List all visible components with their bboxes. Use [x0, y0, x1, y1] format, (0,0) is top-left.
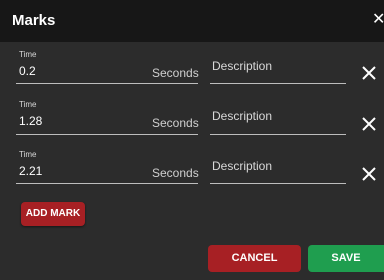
- time-input[interactable]: 1.28: [19, 114, 42, 128]
- description-underline: [210, 183, 346, 184]
- mark-row: Time 2.21 Seconds Description: [0, 144, 384, 192]
- description-underline: [210, 83, 346, 84]
- time-underline: [16, 183, 198, 184]
- dialog-title: Marks: [12, 12, 56, 29]
- remove-mark-icon[interactable]: [362, 66, 376, 80]
- description-input[interactable]: Description: [212, 159, 272, 173]
- seconds-unit: Seconds: [152, 66, 199, 80]
- save-button[interactable]: SAVE: [308, 245, 384, 272]
- mark-row: Time 0.2 Seconds Description: [0, 44, 384, 92]
- add-mark-button[interactable]: ADD MARK: [21, 202, 85, 226]
- time-underline: [16, 83, 198, 84]
- remove-mark-icon[interactable]: [362, 117, 376, 131]
- time-input[interactable]: 2.21: [19, 164, 42, 178]
- description-input[interactable]: Description: [212, 59, 272, 73]
- description-input[interactable]: Description: [212, 109, 272, 123]
- time-underline: [16, 134, 198, 135]
- time-label: Time: [19, 50, 37, 59]
- dialog-titlebar: Marks ✕: [0, 0, 384, 42]
- description-underline: [210, 134, 346, 135]
- seconds-unit: Seconds: [152, 166, 199, 180]
- cancel-button[interactable]: CANCEL: [208, 245, 301, 272]
- seconds-unit: Seconds: [152, 116, 199, 130]
- time-label: Time: [19, 100, 37, 109]
- marks-dialog: Marks ✕ Time 0.2 Seconds Description Tim…: [0, 0, 384, 280]
- time-input[interactable]: 0.2: [19, 64, 36, 78]
- close-icon[interactable]: ✕: [372, 12, 384, 28]
- mark-row: Time 1.28 Seconds Description: [0, 94, 384, 142]
- remove-mark-icon[interactable]: [362, 167, 376, 181]
- time-label: Time: [19, 150, 37, 159]
